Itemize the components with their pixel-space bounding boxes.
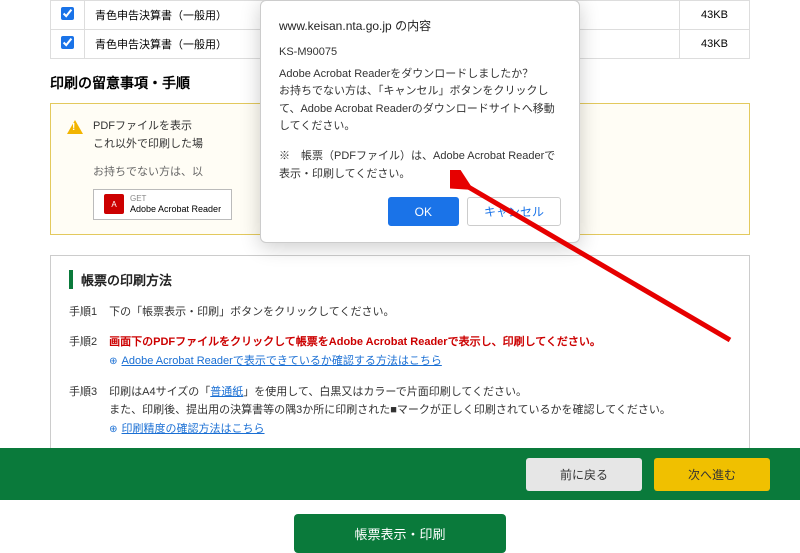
back-button[interactable]: 前に戻る	[526, 458, 642, 491]
file-size: 43KB	[680, 30, 750, 59]
dialog-code: KS-M90075	[279, 44, 561, 62]
print-accuracy-link[interactable]: 印刷精度の確認方法はこちら	[122, 423, 265, 435]
print-display-button[interactable]: 帳票表示・印刷	[294, 514, 505, 553]
adobe-reader-button[interactable]: A GET Adobe Acrobat Reader	[93, 189, 232, 219]
dialog-question: Adobe Acrobat Readerをダウンロードしましたか？	[279, 66, 561, 84]
dialog-domain: www.keisan.nta.go.jp の内容	[279, 17, 561, 34]
next-button[interactable]: 次へ進む	[654, 458, 770, 491]
warning-icon	[67, 120, 83, 134]
dialog-cancel-button[interactable]: キャンセル	[467, 197, 561, 226]
step2-body: 画面下のPDFファイルをクリックして帳票をAdobe Acrobat Reade…	[109, 336, 601, 348]
dialog-note: ※ 帳票（PDFファイル）は、Adobe Acrobat Readerで表示・印…	[279, 148, 561, 183]
file-size: 43KB	[680, 1, 750, 30]
file-checkbox[interactable]	[61, 7, 74, 20]
dialog-ok-button[interactable]: OK	[388, 197, 459, 226]
step3-label: 手順3	[69, 383, 97, 439]
file-checkbox[interactable]	[61, 36, 74, 49]
step1-body: 下の「帳票表示・印刷」ボタンをクリックしてください。	[109, 303, 394, 322]
step3-body: 印刷はA4サイズの「普通紙」を使用して、白黒又はカラーで片面印刷してください。 …	[109, 383, 671, 439]
confirm-dialog: www.keisan.nta.go.jp の内容 KS-M90075 Adobe…	[260, 0, 580, 243]
dialog-message: お持ちでない方は、「キャンセル」ボタンをクリックして、Adobe Acrobat…	[279, 83, 561, 136]
plain-paper-link[interactable]: 普通紙	[210, 386, 243, 398]
step2-label: 手順2	[69, 333, 97, 370]
print-method-title: 帳票の印刷方法	[69, 270, 731, 289]
step1-label: 手順1	[69, 303, 97, 322]
footer-bar: 前に戻る 次へ進む	[0, 448, 800, 500]
adobe-icon: A	[104, 194, 124, 214]
step2-link[interactable]: Adobe Acrobat Readerで表示できているか確認する方法はこちら	[122, 355, 442, 367]
warning-text: PDFファイルを表示 これ以外で印刷した場	[93, 118, 203, 153]
